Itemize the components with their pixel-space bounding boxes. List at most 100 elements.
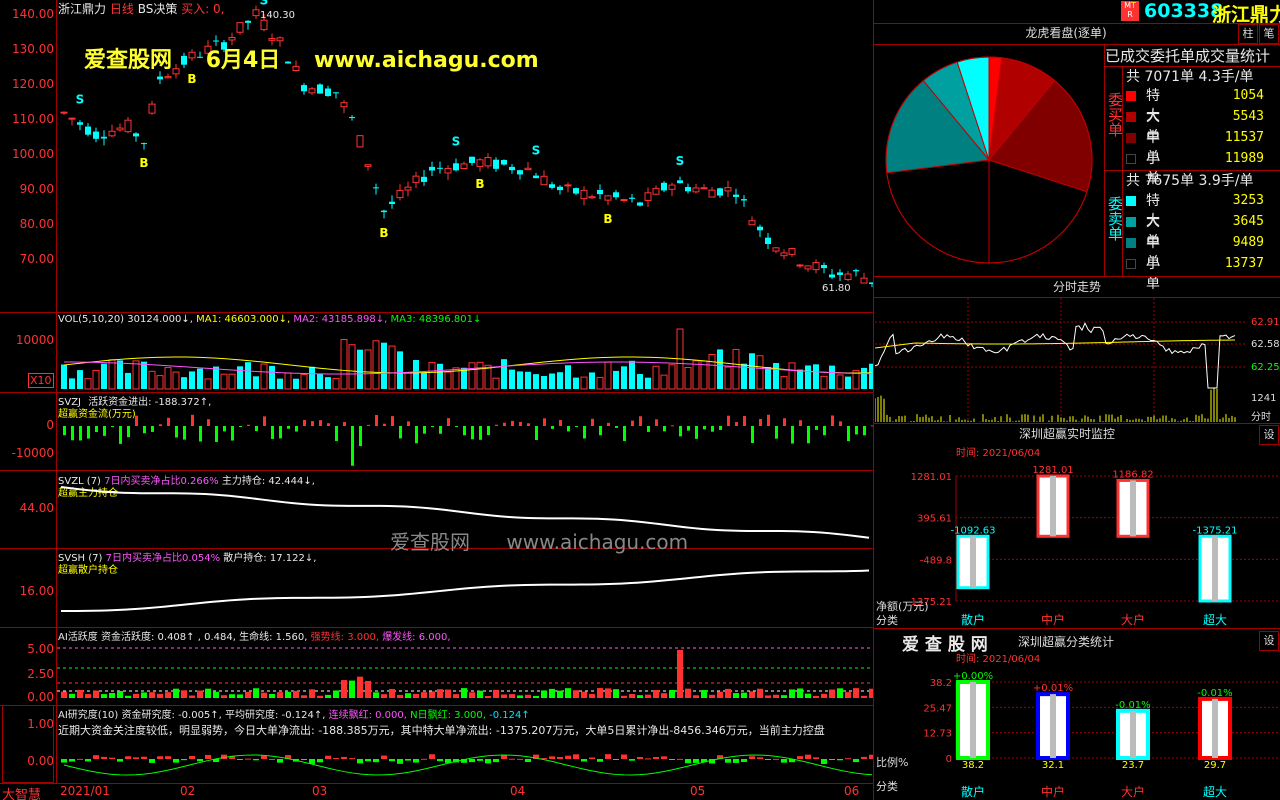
research-bar [277, 759, 283, 763]
activity-bar [381, 694, 387, 698]
fund-flow-bar-in [591, 418, 594, 426]
bar-mode-button[interactable]: 柱 [1238, 24, 1258, 44]
fund-flow-bar-in [519, 421, 522, 426]
buy-total: 共 7071单 4.3手/单 [1126, 69, 1254, 85]
volume-bar-up [92, 369, 100, 390]
swatch [1126, 133, 1136, 143]
research-bar [317, 759, 323, 763]
fund-flow-bar-in [671, 425, 674, 427]
candle-body-down [429, 166, 435, 171]
vol-tick: 10000 [15, 333, 54, 347]
research-bar [365, 759, 371, 762]
candle-body-up [748, 220, 756, 226]
order-value: 13737 [1224, 256, 1264, 271]
volume-bar-down [869, 363, 873, 389]
svsh-chart[interactable] [57, 549, 873, 627]
research-bar [645, 758, 651, 760]
dragon-panel-title: 龙虎看盘(逐单) [1025, 26, 1107, 40]
candle-body-down [821, 265, 827, 269]
volume-bar-down [621, 366, 627, 389]
volume-bar-down [317, 373, 323, 389]
intraday-chart[interactable] [875, 298, 1247, 422]
fund-flow-bar-out [415, 426, 418, 444]
realtime-category-label: 散户 [961, 612, 985, 627]
volume-bar-down [549, 373, 555, 389]
watermark-url: www.aichagu.com [313, 48, 539, 73]
activity-bar [109, 693, 115, 698]
fund-flow-bar-in [527, 423, 530, 426]
intraday-time-label[interactable]: 分时 [1251, 408, 1271, 423]
fund-flow-bar-out [183, 426, 186, 440]
fund-flow-bar-out [359, 426, 362, 447]
research-bar [549, 756, 555, 759]
activity-bar [789, 689, 795, 698]
candle-body-up [60, 111, 68, 114]
fund-flow-bar-in [607, 422, 610, 426]
fund-flow-bar-out [231, 426, 234, 441]
fund-flow-bar-out [423, 426, 426, 434]
time-tick: 05 [690, 784, 706, 798]
fund-flow-bar-out [439, 426, 442, 434]
volume-bar-down [309, 366, 315, 389]
tick-mode-button[interactable]: 笔 [1259, 24, 1279, 44]
candle-body-up [260, 19, 268, 31]
candle-body-down [141, 143, 147, 145]
swatch [1126, 217, 1136, 227]
classify-settings-button[interactable]: 设 [1259, 631, 1279, 651]
candle-body-down [157, 76, 163, 80]
realtime-settings-button[interactable]: 设 [1259, 425, 1279, 445]
fund-flow-bar-in [159, 424, 162, 426]
candle-body-down [333, 92, 339, 94]
volume-bar-up [492, 377, 500, 390]
volume-bar-up [332, 377, 340, 390]
activity-bar [629, 694, 635, 698]
volume-bar-up [204, 378, 212, 390]
svzj-tick: 0 [46, 418, 54, 432]
market-badge: MT R [1121, 1, 1139, 21]
candle-body-up [668, 184, 676, 190]
kline-chart-area[interactable]: 浙江鼎力 日线 BS决策 买入: 0, 140.00 130.00 120.00… [0, 0, 874, 800]
research-chart[interactable] [57, 735, 873, 783]
research-bar [677, 758, 683, 760]
fund-flow-bar-out [295, 426, 298, 432]
fund-flow-bar-in [191, 414, 194, 426]
research-bar [813, 757, 819, 759]
fund-flow-bar-in [167, 417, 170, 426]
fund-flow-bar-in [375, 414, 378, 426]
candle-body-up [788, 248, 796, 255]
fund-flow-bar-in [871, 425, 873, 427]
volume-bar-down [253, 376, 259, 389]
volume-chart[interactable] [57, 313, 873, 392]
candle-body-down [325, 88, 331, 97]
fund-flow-bar-in [735, 421, 738, 426]
activity-bar [565, 688, 571, 698]
research-bar [85, 759, 91, 762]
candle-body-up [148, 103, 156, 114]
signal-sell-marker: S [532, 143, 541, 157]
volume-bar-up [220, 373, 228, 390]
activity-bar [709, 694, 715, 698]
realtime-unit-label: 净额(万元) [876, 599, 929, 613]
fund-flow-bar-out [151, 426, 154, 432]
realtime-title: 深圳超赢实时监控 [1018, 427, 1115, 441]
volume-bar-down [541, 376, 547, 389]
pie-slice [886, 159, 990, 264]
ai-activity-chart[interactable] [57, 628, 873, 705]
fund-flow-bar-out [287, 426, 290, 429]
svzj-chart[interactable] [57, 393, 873, 470]
volume-bar-down [381, 342, 387, 389]
classify-change-label: +0.01% [1033, 683, 1073, 694]
candle-body-down [869, 282, 873, 285]
activity-bar [325, 694, 331, 698]
activity-bar [141, 692, 147, 698]
classify-title: 深圳超赢分类统计 [1018, 635, 1115, 649]
volume-bar-down [645, 377, 651, 389]
time-tick: 02 [180, 784, 196, 798]
fund-flow-bar-out [175, 426, 178, 438]
classify-category-label: 中户 [1041, 784, 1065, 799]
order-percent: 11% [1262, 191, 1280, 211]
signal-sell-marker: S [452, 135, 461, 149]
research-bar [437, 759, 443, 762]
fund-flow-bar-out [103, 426, 106, 436]
fund-flow-bar-in [543, 418, 546, 426]
